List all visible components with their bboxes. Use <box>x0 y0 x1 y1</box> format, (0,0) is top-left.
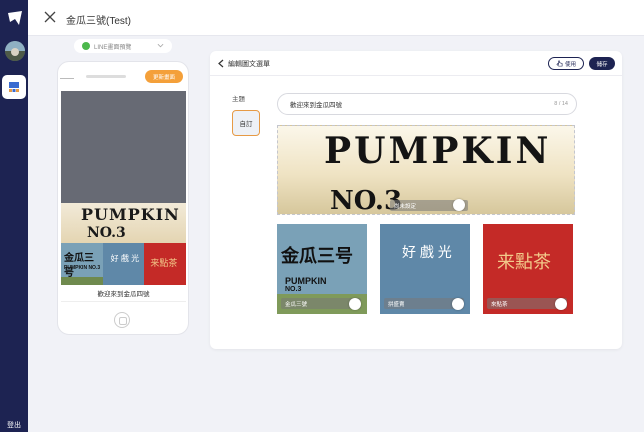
slot-3-settings-toggle[interactable] <box>555 298 567 310</box>
menu-slot-main[interactable]: PUMPKIN NO.3 尚未設定 <box>277 125 575 215</box>
phone-menu-caption: 歡迎來到金瓜四號 <box>61 285 186 302</box>
app-logo-icon[interactable] <box>7 10 23 26</box>
line-icon <box>82 42 90 50</box>
sidebar-item-rich-menu[interactable] <box>2 75 26 99</box>
logout-link[interactable]: 登出 <box>0 420 28 430</box>
hand-pointer-icon <box>556 60 563 67</box>
menu-slot-1[interactable]: 金瓜三号 PUMPKIN NO.3 金瓜三號 <box>277 224 367 314</box>
menu-title-char-count: 8 / 14 <box>554 101 568 107</box>
phone-chat-area <box>61 91 186 203</box>
editor-title: 編輯圖文選單 <box>228 61 270 68</box>
slot-2-brand: 好 戲 光 <box>402 244 452 260</box>
rich-menu-icon <box>9 82 19 92</box>
main-slot-settings-toggle[interactable] <box>453 199 465 211</box>
slot-2-settings-toggle[interactable] <box>452 298 464 310</box>
phone-thumb-2-text: 好 戲 光 <box>110 254 140 263</box>
save-button[interactable]: 儲存 <box>589 57 615 70</box>
phone-thumb-1-text: 金瓜三号 <box>64 253 94 279</box>
phone-hero-line2: NO.3 <box>87 225 126 241</box>
preview-mode-select[interactable]: LINE畫面預覽 <box>74 39 172 53</box>
refresh-preview-button[interactable]: 更新畫面 <box>145 70 183 83</box>
phone-thumb-1-sub: PUMPKIN NO.3 <box>64 265 101 271</box>
theme-label: 主題 <box>232 96 245 103</box>
close-icon[interactable] <box>44 11 56 23</box>
phone-home-button <box>114 312 130 328</box>
top-bar: 金瓜三號(Test) <box>28 0 644 36</box>
phone-menu-icon <box>60 78 74 79</box>
menu-slot-3[interactable]: 来點茶 來點茶 <box>483 224 573 314</box>
slot-1-line1: PUMPKIN <box>285 276 327 286</box>
menu-title-input[interactable]: 歡迎來到金瓜四號 8 / 14 <box>277 93 577 115</box>
menu-slot-2[interactable]: 好 戲 光 拼盛賣 <box>380 224 470 314</box>
phone-hero-line1: PUMPKIN <box>81 205 180 224</box>
sidebar: 登出 <box>0 0 28 432</box>
phone-speaker <box>86 75 126 78</box>
tab-custom[interactable]: 自訂 <box>232 110 260 136</box>
phone-thumb-1: 金瓜三号 PUMPKIN NO.3 <box>61 243 103 285</box>
editor-header: 編輯圖文選單 使用 儲存 <box>210 51 622 76</box>
phone-thumb-3-text: 来點茶 <box>150 258 178 268</box>
menu-title-value: 歡迎來到金瓜四號 <box>290 102 342 109</box>
phone-thumb-2: 好 戲 光 <box>102 243 145 285</box>
back-chevron-icon[interactable] <box>217 59 225 68</box>
slot-1-line2: NO.3 <box>285 286 302 293</box>
use-button[interactable]: 使用 <box>548 57 584 70</box>
use-button-label: 使用 <box>564 61 576 68</box>
main-slot-line1: PUMPKIN <box>324 130 552 172</box>
phone-menu-hero: PUMPKIN NO.3 <box>61 203 186 243</box>
preview-mode-value: LINE畫面預覽 <box>94 44 132 51</box>
phone-thumb-1-field <box>61 277 103 285</box>
chevron-down-icon <box>157 43 164 48</box>
phone-thumb-3: 来點茶 <box>144 243 187 285</box>
avatar-image-icon <box>5 41 25 61</box>
slot-1-brand: 金瓜三号 <box>281 246 353 266</box>
slot-3-brand: 来點茶 <box>497 252 551 272</box>
slot-1-settings-toggle[interactable] <box>349 298 361 310</box>
phone-menu-thumbs: 金瓜三号 PUMPKIN NO.3 好 戲 光 来點茶 <box>61 243 187 285</box>
page-title: 金瓜三號(Test) <box>66 16 131 27</box>
account-avatar[interactable] <box>5 41 25 61</box>
